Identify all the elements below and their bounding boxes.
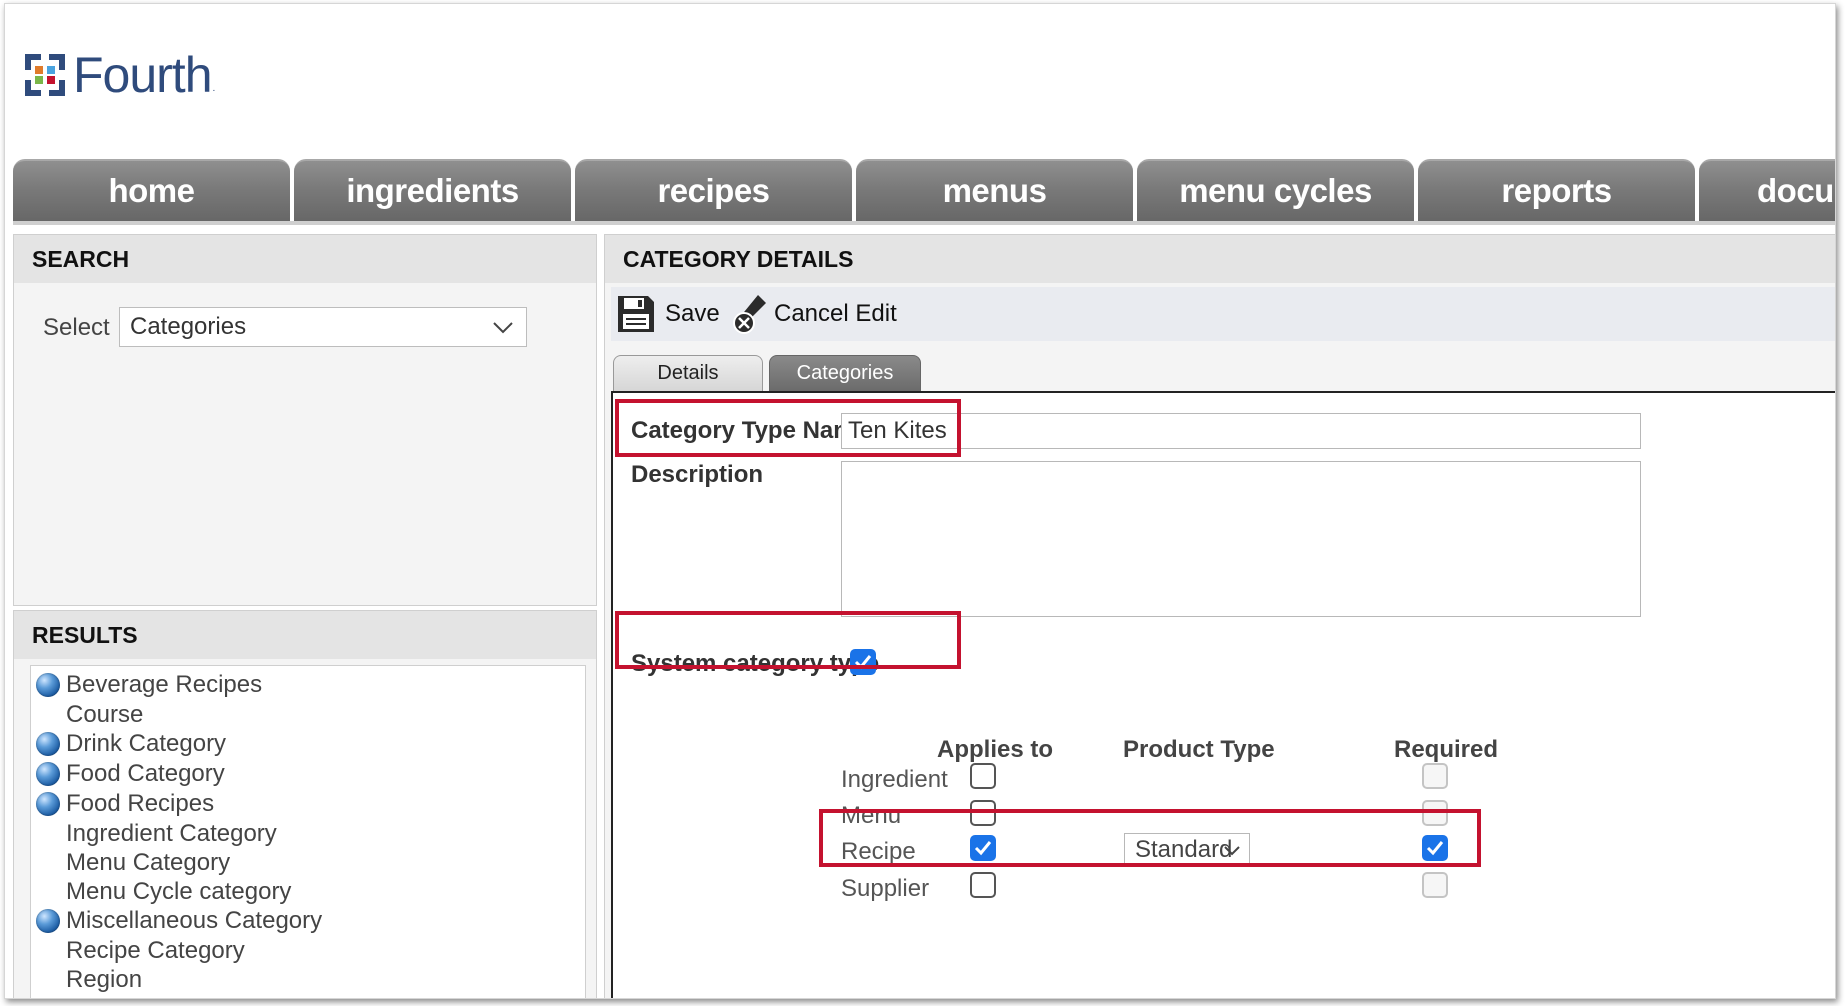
system-category-type-checkbox[interactable]: [850, 649, 876, 675]
list-item[interactable]: Beverage Recipes: [31, 670, 262, 700]
product-type-header: Product Type: [1123, 736, 1275, 763]
ingredient-row-label: Ingredient: [841, 766, 948, 793]
applies-to-header: Applies to: [937, 736, 1054, 763]
globe-icon: [36, 909, 60, 933]
nav-tab-home[interactable]: home: [13, 159, 290, 221]
supplier-required-checkbox: [1422, 872, 1448, 898]
list-item[interactable]: Food Recipes: [31, 789, 214, 819]
list-item-label: Menu Cycle category: [66, 878, 292, 905]
list-item-label: Recipe Category: [66, 937, 245, 964]
recipe-required-checkbox[interactable]: [1422, 835, 1448, 861]
ingredient-applies-checkbox[interactable]: [970, 763, 996, 789]
list-item[interactable]: Menu Cycle category: [31, 877, 291, 907]
cancel-edit-button[interactable]: Cancel Edit: [728, 291, 897, 337]
list-item-label: Ingredient Category: [66, 820, 277, 847]
recipe-applies-checkbox[interactable]: [970, 835, 996, 861]
description-label: Description: [631, 461, 764, 488]
list-item-label: S: [66, 995, 82, 998]
list-item-label: Drink Category: [66, 730, 227, 757]
list-item[interactable]: Region: [31, 965, 142, 995]
list-item[interactable]: Ingredient Category: [31, 819, 277, 849]
list-item-label: Beverage Recipes: [66, 671, 263, 698]
brand-name: Fourth: [73, 47, 213, 103]
save-button-label: Save: [665, 300, 720, 327]
details-subtabs: Details Categories: [611, 355, 1835, 391]
app-window: Fourth . home ingredients recipes menus …: [4, 3, 1836, 999]
category-form: Category Type Name Ten Kites Description…: [611, 391, 1835, 998]
list-item[interactable]: S: [31, 994, 82, 998]
checkmark-icon: [854, 655, 872, 670]
nav-tab-recipes[interactable]: recipes: [575, 159, 852, 221]
nav-tab-ingredients[interactable]: ingredients: [294, 159, 571, 221]
chevron-down-icon: [1224, 846, 1240, 856]
save-icon: [618, 296, 654, 332]
nav-tab-documents[interactable]: docu: [1699, 159, 1835, 221]
globe-icon: [36, 792, 60, 816]
category-select[interactable]: Categories: [119, 307, 527, 347]
brand-trademark: .: [212, 83, 216, 94]
cancel-edit-button-label: Cancel Edit: [774, 300, 897, 327]
category-select-value: Categories: [130, 313, 247, 340]
required-header: Required: [1394, 736, 1499, 763]
ingredient-required-checkbox: [1422, 763, 1448, 789]
details-panel-title: CATEGORY DETAILS: [605, 235, 1835, 283]
tab-categories[interactable]: Categories: [769, 355, 921, 391]
list-item[interactable]: Drink Category: [31, 729, 226, 759]
list-item[interactable]: Food Category: [31, 759, 225, 789]
menu-required-checkbox: [1422, 800, 1448, 826]
cancel-edit-icon: [733, 295, 766, 334]
list-item-label: Region: [66, 966, 143, 993]
nav-tab-reports[interactable]: reports: [1418, 159, 1695, 221]
recipe-product-type-value: Standard: [1135, 836, 1233, 863]
chevron-down-icon: [493, 322, 513, 334]
details-toolbar: Save Cancel Edit: [611, 287, 1835, 341]
results-panel-title: RESULTS: [14, 611, 596, 659]
tab-details[interactable]: Details: [613, 355, 763, 391]
search-panel-title: SEARCH: [14, 235, 596, 283]
supplier-applies-checkbox[interactable]: [970, 872, 996, 898]
supplier-row-label: Supplier: [841, 875, 930, 902]
list-item-label: Food Category: [66, 760, 225, 787]
nav-tab-menu-cycles[interactable]: menu cycles: [1137, 159, 1414, 221]
checkmark-icon: [974, 841, 992, 856]
details-panel: CATEGORY DETAILS Save Cancel Edit Detail…: [604, 234, 1835, 998]
list-item[interactable]: Course: [31, 700, 143, 730]
menu-row-label: Menu: [841, 802, 902, 829]
checkmark-icon: [1426, 841, 1444, 856]
list-item-label: Food Recipes: [66, 790, 215, 817]
results-list[interactable]: Beverage Recipes Course Drink Category F…: [30, 665, 586, 998]
list-item-label: Miscellaneous Category: [66, 907, 323, 934]
list-item[interactable]: Miscellaneous Category: [31, 906, 322, 936]
list-item-label: Menu Category: [66, 849, 231, 876]
nav-divider: [13, 221, 1835, 225]
recipe-product-type-select[interactable]: Standard: [1124, 833, 1250, 867]
search-panel: SEARCH: [13, 234, 597, 606]
nav-tab-menus[interactable]: menus: [856, 159, 1133, 221]
list-item-label: Course: [66, 701, 144, 728]
globe-icon: [36, 732, 60, 756]
category-type-name-label: Category Type Name: [631, 417, 868, 444]
system-category-type-label: System category type: [631, 650, 880, 677]
fourth-logo[interactable]: Fourth .: [23, 50, 215, 100]
fourth-logo-icon: [25, 54, 65, 96]
globe-icon: [36, 673, 60, 697]
category-type-name-input[interactable]: Ten Kites: [841, 413, 1641, 449]
menu-applies-checkbox[interactable]: [970, 800, 996, 826]
list-item[interactable]: Menu Category: [31, 848, 230, 878]
results-panel: RESULTS Beverage Recipes Course Drink Ca…: [13, 610, 597, 998]
globe-icon: [36, 762, 60, 786]
recipe-row-label: Recipe: [841, 838, 916, 865]
save-button[interactable]: Save: [615, 291, 720, 337]
description-textarea[interactable]: [841, 461, 1641, 617]
main-nav: home ingredients recipes menus menu cycl…: [13, 159, 1835, 223]
list-item[interactable]: Recipe Category: [31, 936, 245, 966]
select-label: Select: [43, 314, 110, 341]
